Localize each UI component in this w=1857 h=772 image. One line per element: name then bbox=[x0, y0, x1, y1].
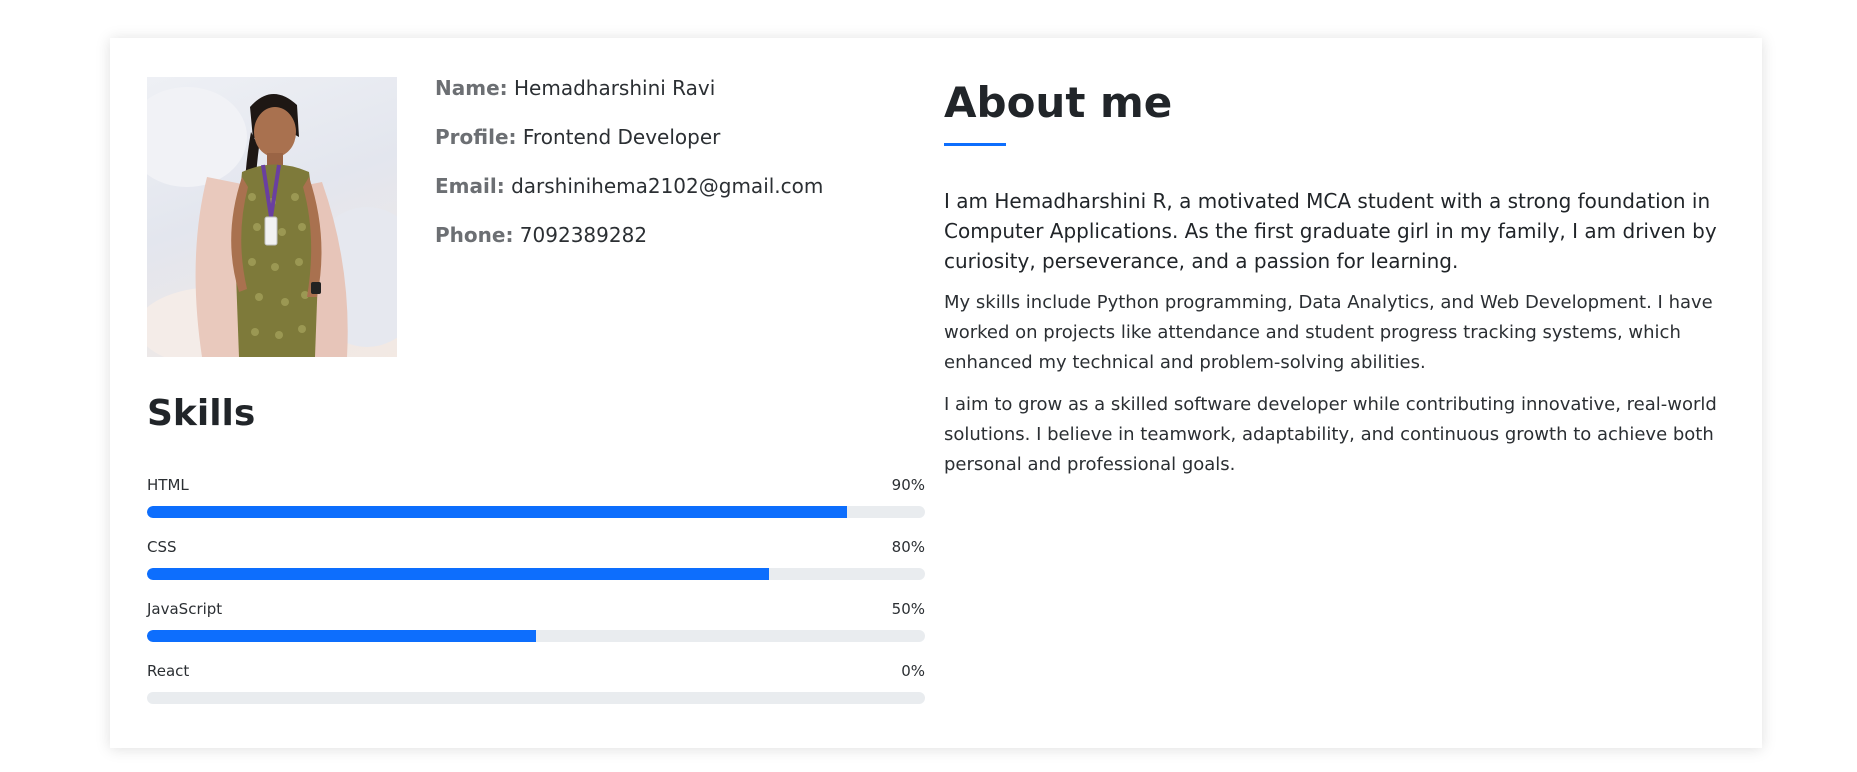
progress-track bbox=[147, 506, 925, 518]
skill-percent: 90% bbox=[891, 476, 925, 494]
about-paragraph: My skills include Python programming, Da… bbox=[944, 292, 1713, 373]
phone-label: Phone: bbox=[435, 223, 514, 247]
skill-label: HTML bbox=[147, 476, 189, 494]
name-value: Hemadharshini Ravi bbox=[514, 76, 716, 100]
profile-info: Name: Hemadharshini Ravi Profile: Fronte… bbox=[435, 76, 823, 272]
about-heading: About me bbox=[944, 78, 1173, 127]
phone-value: 7092389282 bbox=[519, 223, 648, 247]
skill-css: CSS 80% bbox=[147, 538, 925, 600]
phone-row: Phone: 7092389282 bbox=[435, 223, 823, 272]
progress-track bbox=[147, 568, 925, 580]
skills-heading: Skills bbox=[147, 393, 256, 434]
name-row: Name: Hemadharshini Ravi bbox=[435, 76, 823, 125]
profile-label: Profile: bbox=[435, 125, 517, 149]
progress-fill bbox=[147, 568, 770, 580]
about-card: Name: Hemadharshini Ravi Profile: Fronte… bbox=[110, 38, 1762, 748]
progress-track bbox=[147, 692, 925, 704]
profile-value: Frontend Developer bbox=[522, 125, 721, 149]
heading-underline bbox=[944, 143, 1006, 146]
about-lead-paragraph: I am Hemadharshini R, a motivated MCA st… bbox=[944, 189, 1717, 273]
about-paragraph: I aim to grow as a skilled software deve… bbox=[944, 394, 1717, 475]
skills-list: HTML 90% CSS 80% JavaScript 50% React 0% bbox=[147, 476, 925, 724]
skill-percent: 80% bbox=[891, 538, 925, 556]
skill-javascript: JavaScript 50% bbox=[147, 600, 925, 662]
skill-label: JavaScript bbox=[147, 600, 223, 618]
skill-label: React bbox=[147, 662, 190, 680]
progress-fill bbox=[147, 506, 848, 518]
progress-fill bbox=[147, 630, 536, 642]
skill-react: React 0% bbox=[147, 662, 925, 724]
about-text: I am Hemadharshini R, a motivated MCA st… bbox=[944, 186, 1724, 492]
skill-percent: 0% bbox=[901, 662, 925, 680]
skill-label: CSS bbox=[147, 538, 177, 556]
skill-percent: 50% bbox=[891, 600, 925, 618]
skill-html: HTML 90% bbox=[147, 476, 925, 538]
email-label: Email: bbox=[435, 174, 505, 198]
progress-track bbox=[147, 630, 925, 642]
email-value: darshinihema2102@gmail.com bbox=[511, 174, 824, 198]
email-row: Email: darshinihema2102@gmail.com bbox=[435, 174, 823, 223]
profile-row: Profile: Frontend Developer bbox=[435, 125, 823, 174]
name-label: Name: bbox=[435, 76, 508, 100]
profile-photo bbox=[147, 77, 397, 357]
